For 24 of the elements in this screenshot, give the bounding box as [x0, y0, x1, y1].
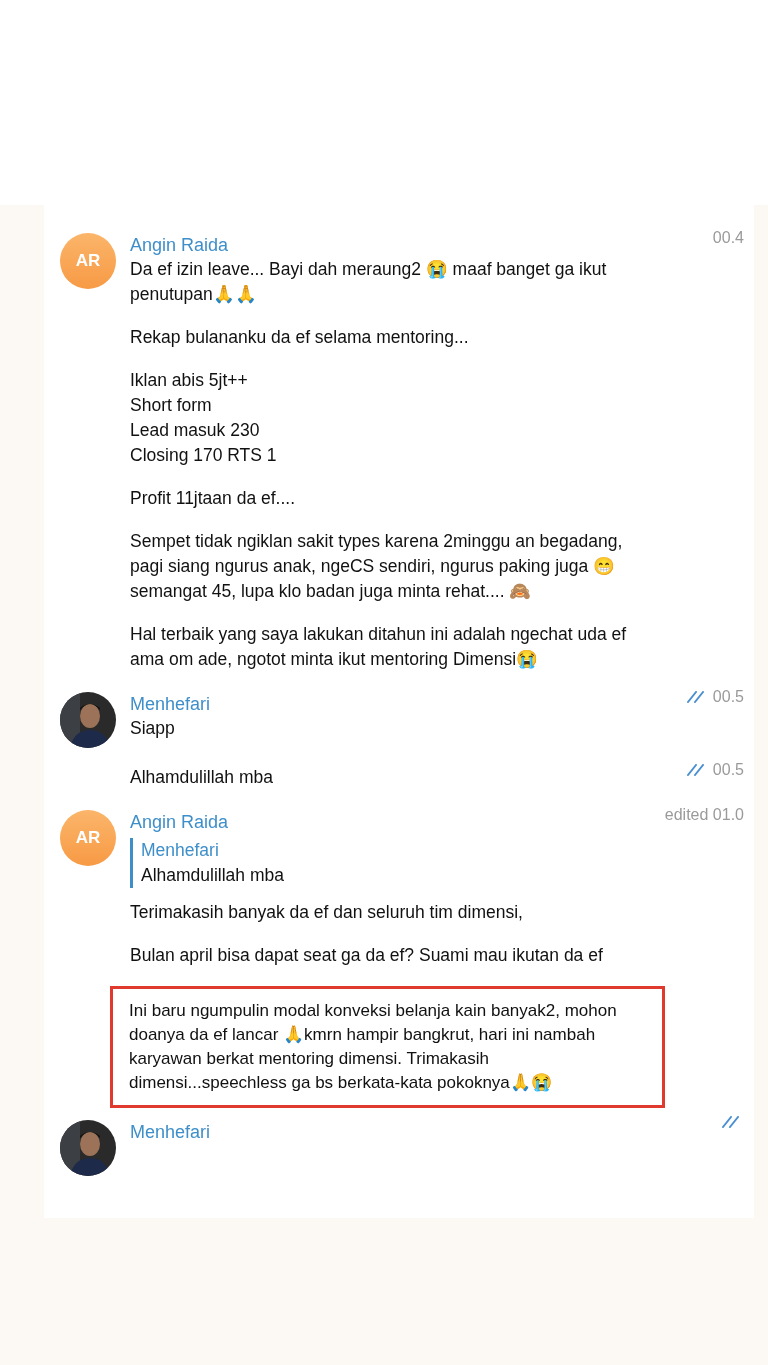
sender-name: Menhefari [130, 1121, 212, 1144]
message-text: Sempet tidak ngiklan sakit types karena 2minggu an begadang, pagi siang ngurus anak, ngeCS sendiri, ngurus paking juga 😁 semangat 45, lupa klo badan juga minta rehat.... 🙈 [130, 530, 624, 603]
message-text: Iklan abis 5jt++ Short form Lead masuk 230 Closing 170 RTS 1 [130, 369, 278, 467]
message-time: 00.5 [712, 688, 744, 706]
message-text: Siapp [130, 717, 176, 740]
message-time: edited 01.0 [664, 806, 744, 824]
message-text: Alhamdulillah mba [130, 766, 274, 789]
avatar-initials: AR [60, 233, 116, 289]
sender-name: Angin Raida [130, 234, 230, 257]
message-text: Rekap bulananku da ef selama mentoring... [130, 326, 470, 349]
sender-name: Angin Raida [130, 811, 230, 834]
highlighted-message-text: Ini baru ngumpulin modal konveksi belanja kain banyak2, mohon doanya da ef lancar 🙏kmrn hampir bangkrut, hari ini nambah karyawan berkat mentoring dimensi. Trimakasih dimensi...speechless ga bs berkata-kata pokoknya🙏😭 [110, 986, 665, 1108]
message-text: Terimakasih banyak da ef dan seluruh tim dimensi, [130, 901, 524, 924]
sender-name: Menhefari [130, 693, 212, 716]
reply-quote[interactable]: Menhefari Alhamdulillah mba [130, 838, 645, 888]
message-text: Profit 11jtaan da ef.... [130, 487, 297, 510]
message-time: 00.4 [712, 229, 744, 247]
quoted-sender: Menhefari [141, 839, 220, 862]
quoted-text: Alhamdulillah mba [141, 864, 285, 887]
message-text: Bulan april bisa dapat seat ga da ef? Suami mau ikutan da ef [130, 944, 604, 967]
message-text: Hal terbaik yang saya lakukan ditahun ini adalah ngechat uda ef ama om ade, ngotot minta ikut mentoring Dimensi😭 [130, 623, 628, 671]
message-time: 00.5 [712, 761, 744, 779]
avatar-initials: AR [60, 810, 116, 866]
message-text: Da ef izin leave... Bayi dah meraung2 😭 maaf banget ga ikut penutupan🙏🙏 [130, 258, 608, 306]
